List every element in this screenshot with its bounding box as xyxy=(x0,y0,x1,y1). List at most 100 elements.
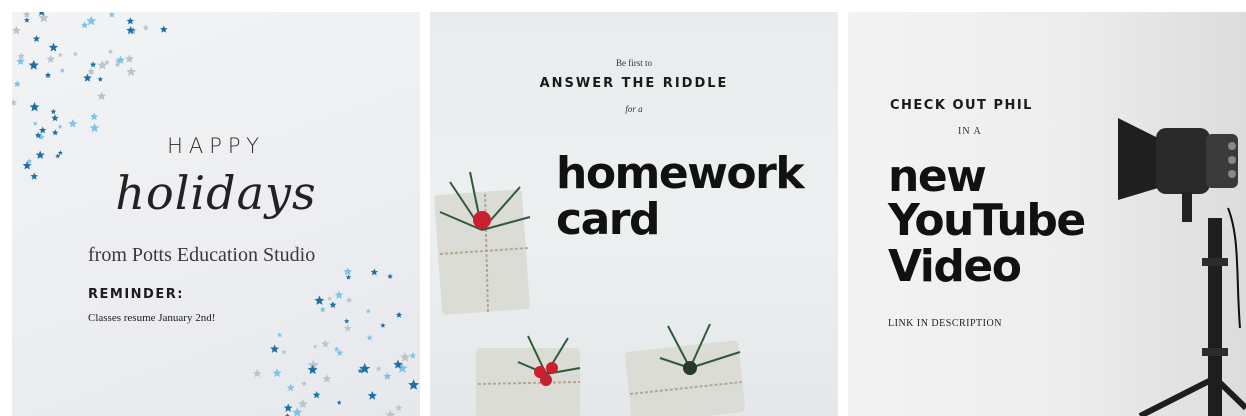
star-confetti-icon xyxy=(370,268,378,276)
star-confetti-icon xyxy=(395,404,403,412)
check-out-headline: CHECK OUT PHIL xyxy=(890,98,1033,113)
title-card: card xyxy=(556,194,660,245)
star-confetti-icon xyxy=(292,407,303,416)
intro-text: Be first to xyxy=(616,58,652,68)
holidays-script-title: holidays xyxy=(115,166,317,220)
star-confetti-icon xyxy=(380,322,386,328)
star-confetti-icon xyxy=(319,306,326,313)
star-confetti-icon xyxy=(126,66,137,77)
star-confetti-icon xyxy=(322,374,332,383)
gift-box-icon xyxy=(434,171,531,315)
star-confetti-icon xyxy=(327,296,333,301)
star-confetti-icon xyxy=(277,332,283,338)
pine-cone-icon xyxy=(683,361,697,375)
star-confetti-icon xyxy=(252,368,262,378)
happy-heading: HAPPY xyxy=(167,134,265,158)
star-confetti-icon xyxy=(32,121,38,126)
star-confetti-icon xyxy=(408,379,420,390)
star-confetti-icon xyxy=(343,267,353,276)
star-confetti-icon xyxy=(270,344,279,353)
star-confetti-icon xyxy=(97,60,108,70)
star-confetti-icon xyxy=(321,339,330,348)
star-confetti-icon xyxy=(298,398,308,409)
title-video: Video xyxy=(888,241,1022,292)
star-confetti-icon xyxy=(80,21,89,29)
youtube-card[interactable]: CHECK OUT PHIL IN A new YouTube Video LI… xyxy=(848,12,1246,416)
star-confetti-icon xyxy=(39,126,47,134)
holiday-card[interactable]: HAPPY holidays from Potts Education Stud… xyxy=(12,12,420,416)
star-confetti-icon xyxy=(57,52,63,58)
star-confetti-icon xyxy=(124,54,134,63)
star-confetti-icon xyxy=(365,308,371,314)
star-confetti-icon xyxy=(409,352,417,359)
star-confetti-icon xyxy=(333,346,340,352)
star-confetti-icon xyxy=(107,48,114,54)
star-confetti-icon xyxy=(283,403,293,412)
star-confetti-icon xyxy=(28,59,39,70)
star-confetti-icon xyxy=(48,42,59,52)
star-confetti-icon xyxy=(329,301,337,308)
star-confetti-icon xyxy=(286,383,295,392)
star-confetti-icon xyxy=(395,311,403,318)
star-confetti-icon xyxy=(126,17,135,25)
star-confetti-icon xyxy=(90,61,97,68)
title-homework: homework xyxy=(556,148,805,199)
reminder-text: Classes resume January 2nd! xyxy=(88,312,216,324)
star-confetti-icon xyxy=(344,318,350,324)
star-confetti-icon xyxy=(160,25,168,33)
gift-box-icon xyxy=(476,335,581,416)
star-confetti-icon xyxy=(17,52,25,60)
star-confetti-icon xyxy=(108,12,116,18)
star-confetti-icon xyxy=(366,334,373,341)
riddle-headline: ANSWER THE RIDDLE xyxy=(539,76,729,91)
star-confetti-icon xyxy=(90,112,99,121)
connector-text: for a xyxy=(625,104,643,114)
star-confetti-icon xyxy=(343,324,352,332)
connector-text: IN A xyxy=(958,126,982,137)
star-confetti-icon xyxy=(334,290,344,299)
star-confetti-icon xyxy=(29,102,40,112)
star-confetti-icon xyxy=(367,391,377,400)
studio-light-icon xyxy=(1118,118,1246,416)
star-confetti-icon xyxy=(387,273,393,279)
star-confetti-icon xyxy=(44,71,52,79)
star-confetti-icon xyxy=(32,35,41,42)
star-confetti-icon xyxy=(50,108,57,115)
star-confetti-icon xyxy=(13,80,21,88)
star-confetti-icon xyxy=(59,67,65,73)
star-confetti-icon xyxy=(312,391,321,399)
star-confetti-icon xyxy=(22,12,31,18)
star-confetti-icon xyxy=(12,25,21,35)
title-new: new xyxy=(888,151,987,202)
star-confetti-icon xyxy=(345,296,353,303)
reminder-label: REMINDER: xyxy=(88,287,184,302)
red-berry-icon xyxy=(540,374,552,386)
star-confetti-icon xyxy=(142,24,149,31)
star-confetti-icon xyxy=(72,51,78,57)
star-confetti-icon xyxy=(272,368,282,378)
star-confetti-icon xyxy=(301,380,307,387)
star-confetti-icon xyxy=(375,365,382,372)
red-ornament-icon xyxy=(473,211,491,229)
star-confetti-icon xyxy=(89,122,100,133)
star-confetti-icon xyxy=(68,119,78,128)
star-confetti-icon xyxy=(51,114,59,122)
star-confetti-icon xyxy=(307,364,318,375)
star-confetti-icon xyxy=(12,98,18,106)
star-confetti-icon xyxy=(336,400,342,405)
star-confetti-icon xyxy=(46,54,56,63)
star-confetti-icon xyxy=(24,17,30,23)
star-confetti-icon xyxy=(385,409,396,416)
star-confetti-icon xyxy=(314,295,325,305)
star-confetti-icon xyxy=(312,344,318,349)
star-confetti-icon xyxy=(281,349,287,355)
star-confetti-icon xyxy=(97,91,107,101)
star-confetti-icon xyxy=(97,76,103,82)
title-youtube: YouTube xyxy=(888,195,1086,246)
star-confetti-icon xyxy=(57,124,63,129)
gift-box-icon xyxy=(624,323,746,416)
link-description: LINK IN DESCRIPTION xyxy=(888,318,1002,329)
homework-card[interactable]: Be first to ANSWER THE RIDDLE for a home… xyxy=(430,12,838,416)
red-berry-icon xyxy=(546,362,558,374)
from-studio-text: from Potts Education Studio xyxy=(88,244,316,266)
